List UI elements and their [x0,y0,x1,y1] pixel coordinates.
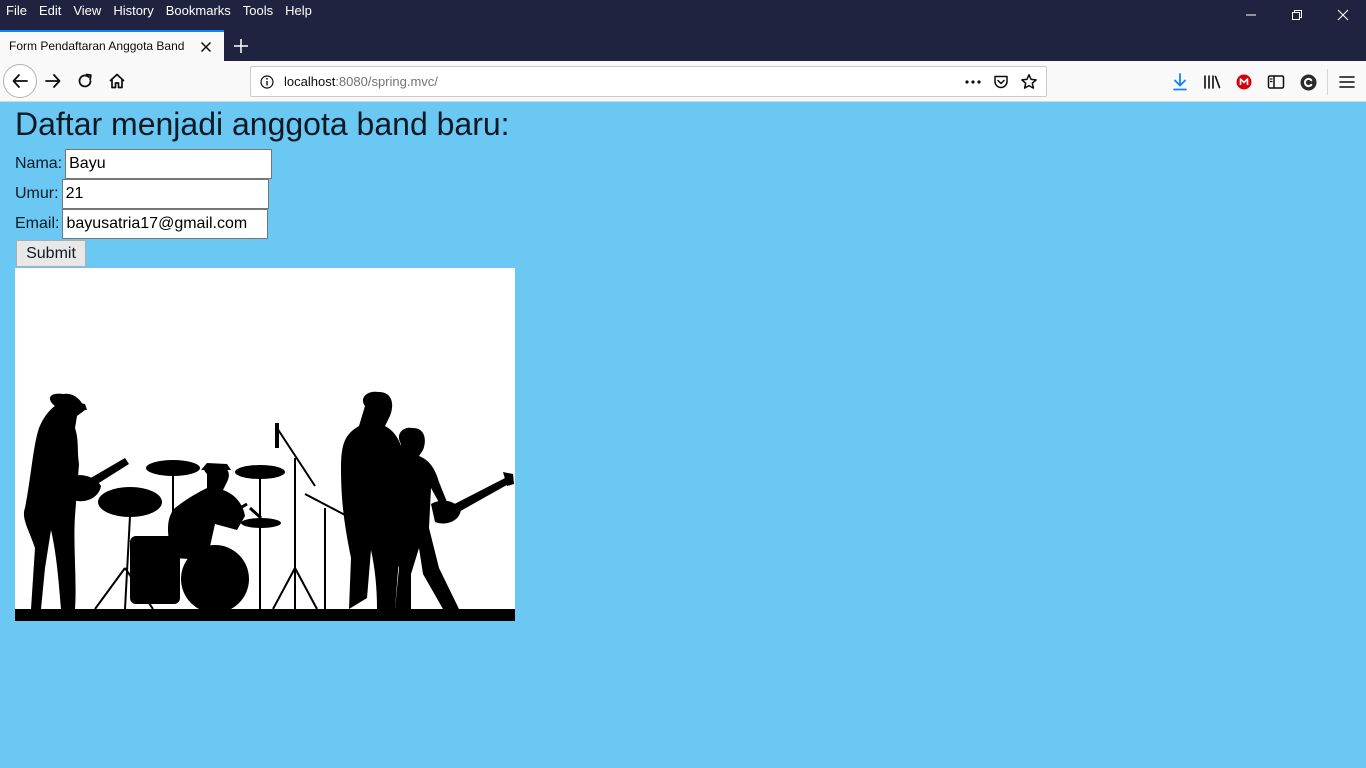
email-row: Email: [15,209,269,239]
menu-view[interactable]: View [67,1,107,21]
navigation-toolbar: localhost:8080/spring.mvc/ [0,61,1366,102]
page-actions-icon [965,80,981,84]
forward-button[interactable] [37,65,69,97]
menu-history[interactable]: History [107,1,159,21]
menu-tools[interactable]: Tools [237,1,279,21]
download-icon [1173,73,1187,91]
page-title: Daftar menjadi anggota band baru: [15,106,510,142]
url-text[interactable]: localhost:8080/spring.mvc/ [284,74,438,89]
pocket-button[interactable] [990,71,1012,93]
band-silhouette-graphic [15,268,515,621]
menu-edit[interactable]: Edit [33,1,67,21]
restore-button[interactable] [1274,0,1320,30]
hamburger-menu-icon [1339,76,1355,88]
band-silhouette-image [15,268,515,621]
page-actions-button[interactable] [962,71,984,93]
downloads-button[interactable] [1168,70,1192,94]
nama-input[interactable] [65,149,273,179]
new-tab-button[interactable] [230,35,252,57]
tab-title: Form Pendaftaran Anggota Band [9,39,185,53]
url-path: :8080/spring.mvc/ [335,74,438,89]
tab-active[interactable]: Form Pendaftaran Anggota Band [0,30,224,61]
mega-extension-button[interactable] [1232,70,1256,94]
window-controls [1228,0,1366,30]
close-icon [1337,9,1349,21]
url-bar[interactable]: localhost:8080/spring.mvc/ [250,66,1047,97]
menu-items: File Edit View History Bookmarks Tools H… [0,0,318,22]
umur-input[interactable] [61,179,269,209]
minimize-button[interactable] [1228,0,1274,30]
url-actions [962,71,1040,93]
submit-button[interactable]: Submit [16,240,86,267]
home-button[interactable] [101,65,133,97]
bookmark-button[interactable] [1018,71,1040,93]
reload-icon [78,73,92,88]
toolbar-separator [1327,69,1328,95]
nama-label: Nama: [15,155,63,172]
home-icon [109,73,125,89]
back-icon [12,74,28,88]
umur-label: Umur: [15,185,59,202]
menu-bookmarks[interactable]: Bookmarks [160,1,237,21]
open-menu-button[interactable] [1335,70,1359,94]
page-content: Daftar menjadi anggota band baru: Nama: … [0,102,1366,768]
reload-button[interactable] [69,65,101,97]
mega-extension-icon [1236,74,1252,90]
url-host: localhost [284,74,336,89]
bookmark-star-icon [1021,74,1037,89]
sidebar-icon [1267,75,1285,89]
sidebar-button[interactable] [1264,70,1288,94]
menu-help[interactable]: Help [279,1,318,21]
browser-chrome: File Edit View History Bookmarks Tools H… [0,0,1366,102]
umur-row: Umur: [15,179,269,209]
close-tab-icon [200,41,212,53]
library-icon [1204,75,1221,89]
forward-icon [45,74,61,88]
extension-c-button[interactable] [1296,70,1320,94]
email-input[interactable] [62,209,269,239]
minimize-icon [1246,14,1256,16]
email-label: Email: [15,215,60,232]
pocket-icon [994,75,1008,89]
restore-icon [1292,10,1302,20]
library-button[interactable] [1200,70,1224,94]
tab-close-button[interactable] [198,39,214,55]
nama-row: Nama: [15,149,273,179]
tab-strip: Form Pendaftaran Anggota Band [0,30,1366,61]
plus-icon [234,39,248,53]
menu-file[interactable]: File [0,1,33,21]
menu-bar: File Edit View History Bookmarks Tools H… [0,0,1366,30]
info-icon[interactable] [260,75,274,89]
close-window-button[interactable] [1320,0,1366,30]
extension-c-icon [1300,74,1316,90]
back-button[interactable] [3,64,37,98]
